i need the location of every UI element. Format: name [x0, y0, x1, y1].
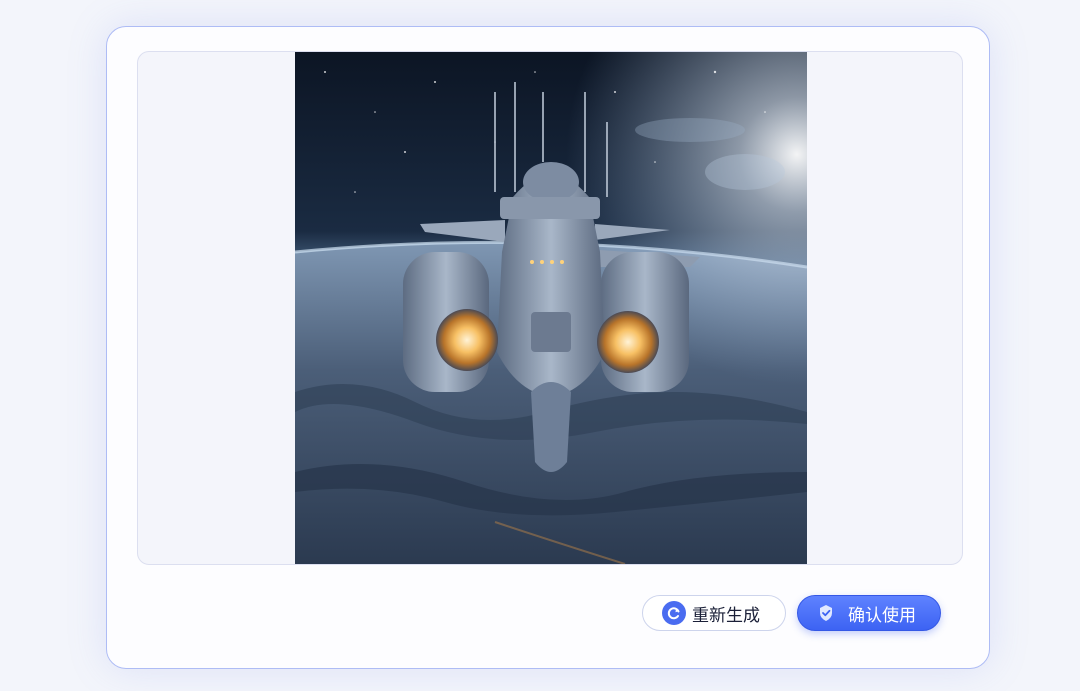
- regenerate-label: 重新生成: [692, 605, 760, 626]
- regenerate-button[interactable]: 重新生成: [642, 595, 786, 631]
- preview-panel: [137, 51, 963, 565]
- image-preview-dialog: 重新生成 确认使用: [106, 26, 990, 669]
- refresh-icon: [662, 601, 686, 625]
- confirm-use-button[interactable]: 确认使用: [797, 595, 941, 631]
- check-shield-icon: [816, 603, 836, 623]
- generated-image[interactable]: [295, 52, 807, 564]
- confirm-label: 确认使用: [848, 605, 916, 626]
- spaceship-illustration: [295, 52, 807, 564]
